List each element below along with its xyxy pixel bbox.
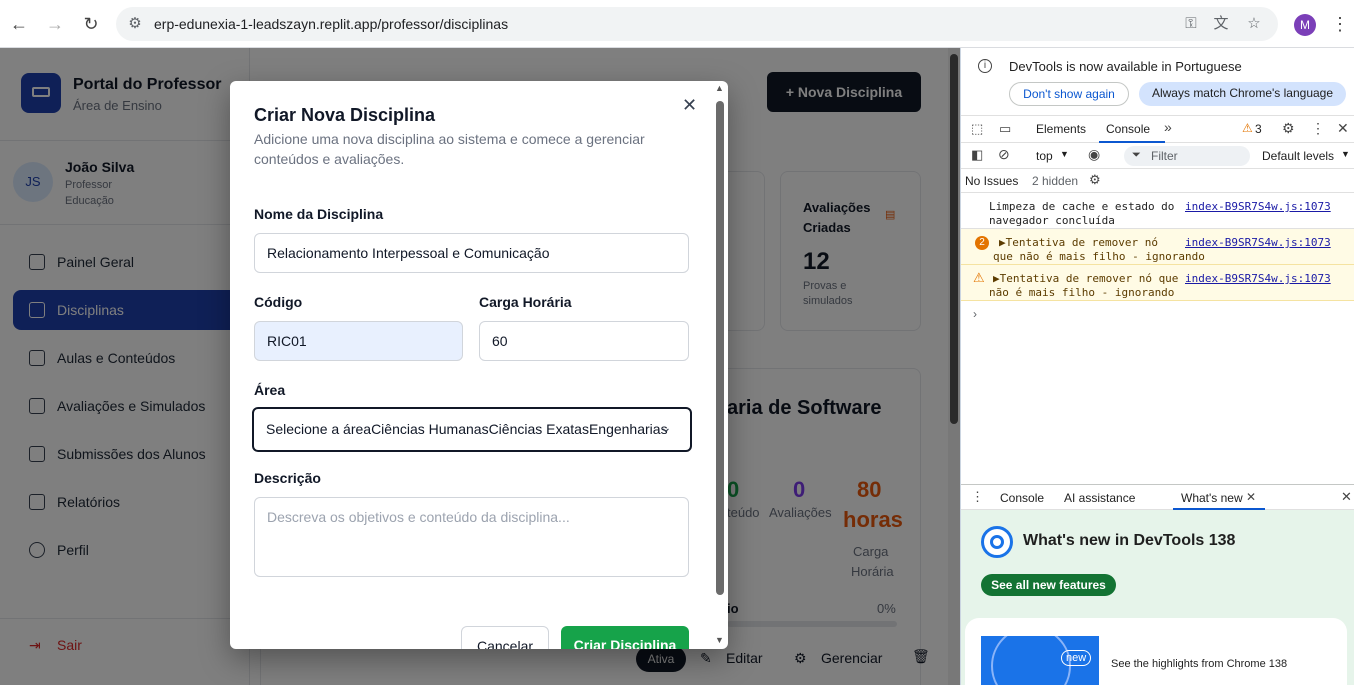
highlight-thumbnail: new (981, 636, 1099, 685)
area-select[interactable]: Selecione a áreaCiências HumanasCiências… (252, 407, 692, 452)
name-label: Nome da Disciplina (254, 206, 384, 222)
highlight-text: See the highlights from Chrome 138 (1111, 658, 1288, 670)
area-label: Área (254, 382, 286, 398)
tab-console[interactable]: Console (1106, 122, 1150, 136)
site-info-icon[interactable]: ⚙ (126, 15, 144, 33)
info-icon: i (978, 59, 992, 73)
tab-elements[interactable]: Elements (1036, 122, 1086, 136)
log-text-2: que não é mais filho - ignorando (993, 250, 1205, 263)
forward-icon[interactable]: → (43, 12, 67, 36)
log-levels-select[interactable]: Default levels (1262, 149, 1334, 163)
address-bar[interactable]: ⚙ erp-edunexia-1-leadszayn.replit.app/pr… (116, 7, 1278, 41)
log-text[interactable]: ▶Tentativa de remover nó (999, 236, 1158, 249)
console-prompt-icon[interactable]: › (973, 307, 977, 321)
back-icon[interactable]: ← (7, 12, 31, 36)
create-discipline-dialog: Criar Nova Disciplina ✕ Adicione uma nov… (230, 81, 728, 649)
url-text: erp-edunexia-1-leadszayn.replit.app/prof… (154, 16, 509, 32)
log-source-link[interactable]: index-B9SR7S4w.js:1073 (1185, 200, 1331, 213)
drawer-tabbar: ⋮ Console AI assistance What's new ✕ ✕ (961, 484, 1354, 510)
console-message: Limpeza de cache e estado do navegador c… (961, 193, 1354, 229)
dialog-description-2: conteúdos e avaliações. (254, 151, 405, 167)
dialog-description: Adicione uma nova disciplina ao sistema … (254, 131, 645, 147)
devtools-tabbar: ⬚ ▭ Elements Console » ⚠ 3 ⚙ ⋮ ✕ (961, 115, 1354, 143)
warning-repeat-badge: 2 (975, 236, 989, 250)
warning-count: 3 (1255, 122, 1262, 136)
bookmark-star-icon[interactable]: ☆ (1245, 15, 1263, 33)
area-select-value: Selecione a áreaCiências HumanasCiências… (266, 421, 668, 437)
chevron-down-icon: ▼ (1341, 149, 1350, 159)
log-text[interactable]: ▶Tentativa de remover nó que (993, 272, 1178, 285)
filter-input[interactable]: ⏷ Filter (1124, 146, 1250, 166)
drawer-tab-console[interactable]: Console (1000, 491, 1044, 505)
warning-icon: ⚠ (973, 270, 985, 285)
issues-text[interactable]: No Issues (965, 174, 1018, 188)
eye-icon[interactable]: ◉ (1088, 146, 1100, 163)
close-drawer-icon[interactable]: ✕ (1341, 489, 1352, 505)
create-discipline-button[interactable]: Criar Disciplina (561, 626, 689, 649)
clear-console-icon[interactable]: ⊘ (998, 146, 1010, 163)
cancel-button[interactable]: Cancelar (461, 626, 549, 649)
translate-icon[interactable]: 文 (1212, 15, 1230, 33)
close-icon[interactable]: ✕ (1337, 120, 1349, 137)
hours-input[interactable]: 60 (479, 321, 689, 361)
console-warning: ⚠ ▶Tentativa de remover nó que não é mai… (961, 265, 1354, 301)
hours-label: Carga Horária (479, 294, 572, 310)
console-warning: 2 ▶Tentativa de remover nó que não é mai… (961, 229, 1354, 265)
drawer-menu-icon[interactable]: ⋮ (971, 489, 984, 505)
whats-new-title: What's new in DevTools 138 (1023, 532, 1236, 549)
kebab-menu-icon[interactable]: ⋮ (1311, 120, 1325, 137)
close-icon[interactable]: ✕ (682, 95, 697, 116)
chevron-down-icon: ▼ (1060, 149, 1069, 159)
devtools-panel: i DevTools is now available in Portugues… (960, 48, 1354, 685)
dont-show-again-button[interactable]: Don't show again (1009, 82, 1129, 106)
discipline-name-input[interactable]: Relacionamento Interpessoal e Comunicaçã… (254, 233, 689, 273)
drawer-tab-whatsnew[interactable]: What's new (1181, 491, 1243, 505)
banner-text: DevTools is now available in Portuguese (1009, 59, 1242, 74)
chevron-down-icon: ⌄ (660, 419, 672, 435)
sidebar-toggle-icon[interactable]: ◧ (971, 147, 983, 163)
see-all-features-button[interactable]: See all new features (981, 574, 1116, 596)
profile-avatar[interactable]: M (1294, 14, 1316, 36)
whats-new-panel: What's new in DevTools 138 See all new f… (961, 510, 1354, 685)
filter-placeholder: Filter (1151, 149, 1178, 163)
inspect-icon[interactable]: ⬚ (971, 121, 983, 137)
description-textarea[interactable]: Descreva os objetivos e conteúdo da disc… (254, 497, 689, 577)
drawer-tab-ai[interactable]: AI assistance (1064, 491, 1135, 505)
log-text-2: navegador concluída (989, 214, 1115, 227)
console-settings-icon[interactable]: ⚙ (1089, 172, 1101, 188)
description-label: Descrição (254, 470, 321, 486)
console-toolbar: ◧ ⊘ top ▼ ◉ ⏷ Filter Default levels ▼ (961, 143, 1354, 169)
match-language-button[interactable]: Always match Chrome's language (1139, 82, 1346, 106)
context-select[interactable]: top (1036, 149, 1053, 163)
log-text: Limpeza de cache e estado do (989, 200, 1175, 213)
close-tab-icon[interactable]: ✕ (1246, 490, 1256, 504)
log-source-link[interactable]: index-B9SR7S4w.js:1073 (1185, 236, 1331, 249)
highlight-card[interactable]: new See the highlights from Chrome 138 (965, 618, 1347, 685)
chrome-menu-icon[interactable]: ⋮ (1328, 12, 1352, 36)
chrome-devtools-logo (981, 526, 1013, 558)
reload-icon[interactable]: ↻ (79, 12, 103, 36)
dialog-title: Criar Nova Disciplina (254, 105, 436, 125)
language-banner: i DevTools is now available in Portugues… (961, 48, 1354, 118)
hidden-count: 2 hidden (1032, 174, 1079, 188)
filter-icon: ⏷ (1132, 149, 1141, 161)
new-badge: new (1061, 650, 1092, 666)
log-text-2: não é mais filho - ignorando (989, 286, 1175, 299)
log-source-link[interactable]: index-B9SR7S4w.js:1073 (1185, 272, 1331, 285)
device-toolbar-icon[interactable]: ▭ (999, 121, 1011, 137)
issues-bar: No Issues 2 hidden ⚙ (961, 169, 1354, 193)
code-label: Código (254, 294, 303, 310)
settings-icon[interactable]: ⚙ (1282, 120, 1295, 137)
browser-toolbar: ← → ↻ ⚙ erp-edunexia-1-leadszayn.replit.… (0, 0, 1354, 48)
password-key-icon[interactable]: ⚿ (1182, 15, 1200, 33)
warning-icon[interactable]: ⚠ (1242, 121, 1253, 135)
more-tabs-icon[interactable]: » (1164, 119, 1172, 135)
code-input[interactable]: RIC01 (254, 321, 463, 361)
dialog-scrollbar[interactable]: ▲ ▼ (714, 83, 726, 647)
